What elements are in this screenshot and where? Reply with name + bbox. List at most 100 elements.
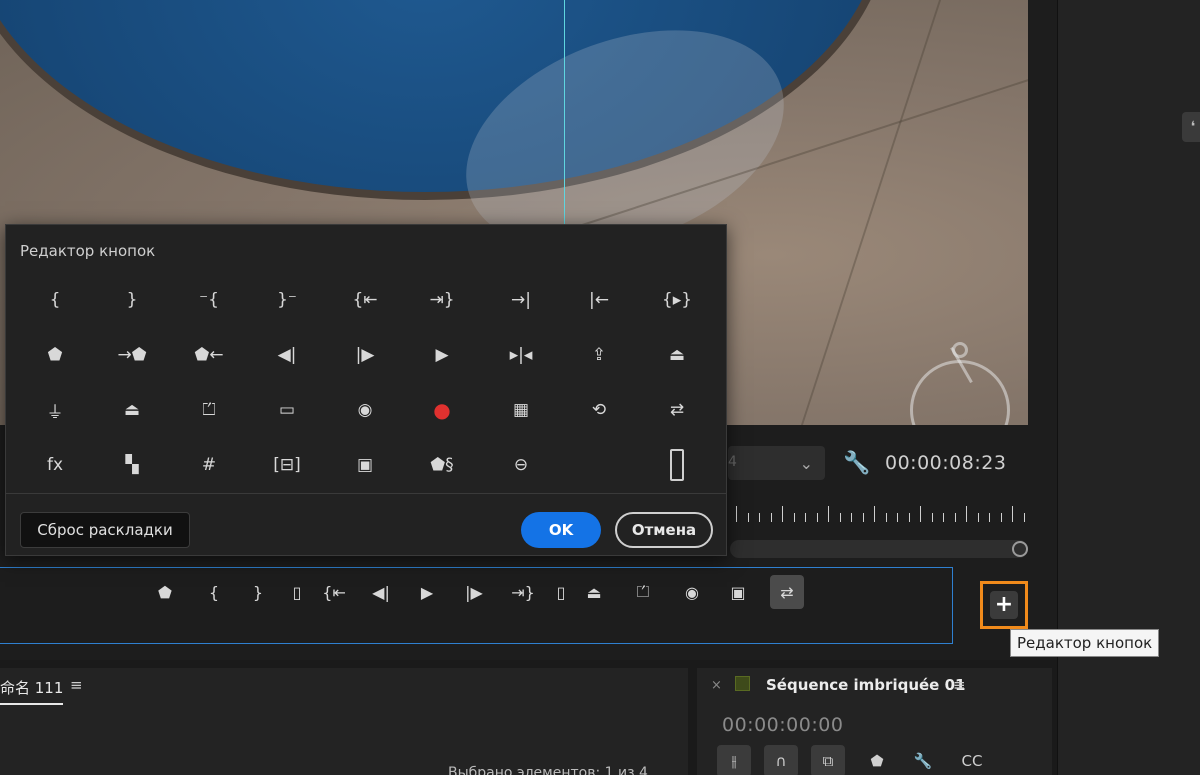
export-icon[interactable]: ⇪ <box>579 337 619 373</box>
add-marker-icon[interactable]: ⬟ <box>860 745 894 775</box>
go-to-previous-edit-icon[interactable]: |← <box>579 282 619 318</box>
fit-value: 4 <box>728 454 737 470</box>
spacer-icon[interactable]: ▯ <box>544 575 578 609</box>
step-forward-icon[interactable]: |▶ <box>457 575 491 609</box>
ruler-tick <box>805 513 806 522</box>
ruler-tick <box>954 513 956 522</box>
vr-headset-icon[interactable]: ⊖ <box>501 447 541 483</box>
fit-dropdown[interactable]: 4 ⌄ <box>728 446 825 480</box>
right-panel <box>1057 0 1200 775</box>
captions-icon[interactable]: CC <box>955 745 989 775</box>
vr-video-icon[interactable]: [⊟] <box>267 447 307 483</box>
multicam-icon[interactable]: ▦ <box>501 392 541 428</box>
panel-menu-icon[interactable]: ≡ <box>953 676 966 694</box>
safe-margins-icon[interactable]: ▭ <box>267 392 307 428</box>
play-around-icon[interactable]: ▸|◂ <box>501 337 541 373</box>
time-ruler[interactable] <box>730 500 1030 522</box>
ruler-tick <box>782 506 783 522</box>
play-icon[interactable]: ▶ <box>422 337 462 373</box>
add-marker-icon[interactable]: ⬟ <box>35 337 75 373</box>
linked-selection-icon[interactable]: ⧉ <box>811 745 845 775</box>
spacer-icon[interactable]: ▯ <box>280 575 314 609</box>
go-to-next-marker-icon[interactable]: →⬟ <box>112 337 152 373</box>
comment-icon[interactable]: ❛ <box>1182 112 1200 142</box>
ruler-tick <box>816 513 818 522</box>
go-to-out-icon[interactable]: ⇥} <box>506 575 540 609</box>
doodle <box>952 342 968 358</box>
marker-link-icon[interactable]: ⬟§ <box>422 447 462 483</box>
lift-icon[interactable]: ⏏ <box>577 575 611 609</box>
comparison-view-icon[interactable]: ▣ <box>345 447 385 483</box>
ruler-tick <box>874 506 875 522</box>
button-editor-highlight: + <box>980 581 1028 629</box>
transport-controls: ⬟{} ▯ {⇤ ◀| ▶ |▶ ⇥} ▯ ⏏ ⏍ ◉ ▣ ⇄ <box>0 567 953 644</box>
cancel-button[interactable]: Отмена <box>615 512 713 548</box>
ruler-tick <box>770 513 772 522</box>
loop-icon[interactable]: ⟲ <box>579 392 619 428</box>
ruler-tick <box>943 513 944 522</box>
sequence-title[interactable]: Séquence imbriquée 01 <box>766 676 965 694</box>
button-editor-button[interactable]: + <box>990 591 1018 619</box>
dialog-title: Редактор кнопок <box>20 242 156 260</box>
step-back-icon[interactable]: ◀| <box>267 337 307 373</box>
magnet-icon[interactable]: ∩ <box>764 745 798 775</box>
ruler-tick <box>736 506 737 522</box>
ok-button[interactable]: OK <box>521 512 601 548</box>
go-to-previous-marker-icon[interactable]: ⬟← <box>189 337 229 373</box>
project-panel <box>0 668 688 775</box>
wrench-icon[interactable]: 🔧 <box>906 745 940 775</box>
mark-out-icon[interactable]: } <box>241 575 275 609</box>
lift-icon[interactable]: ⏏ <box>657 337 697 373</box>
go-to-in-icon[interactable]: {⇤ <box>317 575 351 609</box>
reset-layout-button[interactable]: Сброс раскладки <box>20 512 190 548</box>
film-strip-icon[interactable]: ▚ <box>112 447 152 483</box>
ruler-tick <box>851 513 852 522</box>
ruler-tick <box>747 513 749 522</box>
sequence-color-label <box>735 676 750 691</box>
toggle-proxies-icon[interactable]: ⇄ <box>770 575 804 609</box>
go-to-out-icon[interactable]: ⇥} <box>422 282 462 318</box>
insert-icon[interactable]: ⏚ <box>35 392 75 428</box>
close-icon[interactable]: × <box>711 678 722 693</box>
fx-icon[interactable]: fx <box>35 447 75 483</box>
wrench-icon[interactable]: 🔧 <box>843 451 870 476</box>
play-icon[interactable]: ▶ <box>410 575 444 609</box>
ruler-tick <box>989 513 990 522</box>
sequence-timecode[interactable]: 00:00:00:00 <box>722 714 843 736</box>
toggle-proxies-icon[interactable]: ⇄ <box>657 392 697 428</box>
mark-in-icon[interactable]: { <box>197 575 231 609</box>
mark-clip-in-icon[interactable]: ⁻{ <box>189 282 229 318</box>
grid-icon[interactable]: # <box>189 447 229 483</box>
spacer-icon[interactable] <box>657 447 697 483</box>
mark-in-icon[interactable]: { <box>35 282 75 318</box>
zoom-scrollbar[interactable] <box>730 540 1028 558</box>
ruler-tick <box>908 513 910 522</box>
step-back-icon[interactable]: ◀| <box>364 575 398 609</box>
playhead-timecode[interactable]: 00:00:08:23 <box>885 452 1006 474</box>
play-in-to-out-icon[interactable]: {▸} <box>657 282 697 318</box>
go-to-next-edit-icon[interactable]: →| <box>501 282 541 318</box>
overwrite-icon[interactable]: ⏏ <box>112 392 152 428</box>
record-icon[interactable]: ● <box>422 392 462 428</box>
comparison-view-icon[interactable]: ▣ <box>721 575 755 609</box>
tab-project[interactable]: 命名 111 <box>0 677 64 705</box>
go-to-in-icon[interactable]: {⇤ <box>345 282 385 318</box>
spacer-bar <box>670 449 684 481</box>
ruler-tick <box>920 506 921 522</box>
mark-clip-out-icon[interactable]: }⁻ <box>267 282 307 318</box>
ruler-tick <box>1023 513 1025 522</box>
selection-status: Выбрано элементов: 1 из 4 <box>448 765 648 775</box>
export-frame-icon[interactable]: ◉ <box>675 575 709 609</box>
scrollbar-handle[interactable] <box>1012 541 1028 557</box>
ruler-tick <box>828 506 829 522</box>
snap-icon[interactable]: ⫲ <box>717 745 751 775</box>
add-marker-icon[interactable]: ⬟ <box>148 575 182 609</box>
export-frame-icon[interactable]: ◉ <box>345 392 385 428</box>
step-forward-icon[interactable]: |▶ <box>345 337 385 373</box>
panel-menu-icon[interactable]: ≡ <box>70 676 83 694</box>
extract-icon[interactable]: ⏍ <box>189 392 229 428</box>
tooltip: Редактор кнопок <box>1010 629 1160 657</box>
extract-icon[interactable]: ⏍ <box>626 575 660 609</box>
ruler-tick <box>1000 513 1002 522</box>
mark-out-icon[interactable]: } <box>112 282 152 318</box>
